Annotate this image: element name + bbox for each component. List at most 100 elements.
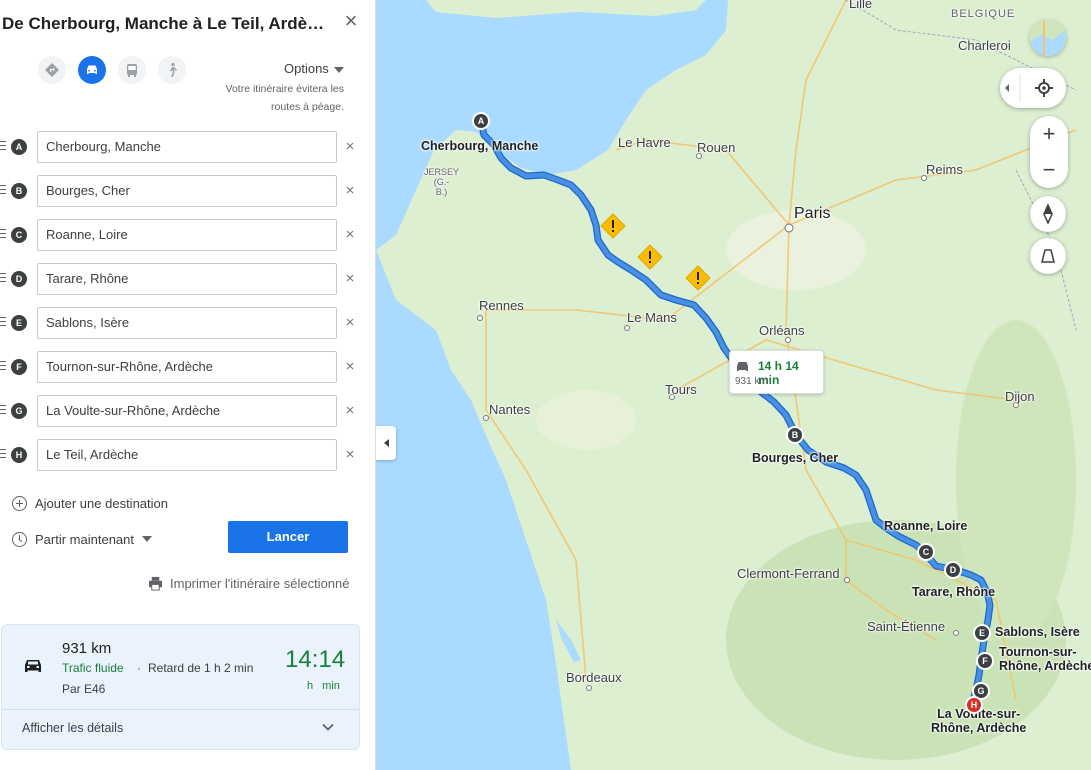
zoom-control: + − — [1030, 116, 1068, 188]
waypoint-row: B Bourges, Cher × — [0, 175, 376, 207]
city-label: Tours — [665, 382, 697, 397]
waypoint-badge: G — [11, 403, 27, 419]
duration-units: h min — [307, 680, 340, 692]
route-duration: 14:14 — [285, 646, 346, 673]
remove-waypoint-icon[interactable]: × — [343, 226, 357, 244]
zoom-in-icon[interactable]: + — [1030, 116, 1068, 152]
zoom-out-icon[interactable]: − — [1030, 152, 1068, 188]
city-label: Lille — [849, 0, 873, 11]
waypoint-marker[interactable]: C — [917, 543, 935, 561]
chevron-left-icon — [383, 439, 389, 447]
waypoint-row: G La Voulte-sur-Rhône, Ardèche × — [0, 395, 376, 427]
options-dropdown[interactable]: Options — [284, 61, 344, 76]
collapse-panel-button[interactable] — [376, 426, 396, 460]
launch-button[interactable]: Lancer — [228, 521, 348, 553]
city-label: Reims — [926, 162, 963, 177]
route-distance: 931 km — [62, 640, 112, 657]
remove-waypoint-icon[interactable]: × — [343, 446, 357, 464]
drag-handle-icon[interactable] — [0, 405, 6, 415]
city-label: Tarare, Rhône — [912, 585, 996, 599]
waypoint-input[interactable]: La Voulte-sur-Rhône, Ardèche — [37, 395, 337, 427]
waypoint-badge: F — [11, 359, 27, 375]
waypoint-input[interactable]: Tarare, Rhône — [37, 263, 337, 295]
print-route-button[interactable]: Imprimer l'itinéraire sélectionné — [148, 574, 350, 592]
city-label: Bourges, Cher — [752, 451, 839, 465]
city-label: Cherbourg, Manche — [421, 139, 539, 153]
city-label: Roanne, Loire — [884, 519, 968, 533]
warning-icon[interactable] — [685, 265, 711, 291]
my-location-control[interactable] — [1000, 68, 1066, 108]
add-destination-button[interactable]: Ajouter une destination — [12, 494, 168, 512]
car-icon — [87, 65, 97, 74]
page-title: De Cherbourg, Manche à Le Teil, Ardèche — [2, 14, 330, 33]
warning-icon[interactable] — [600, 213, 626, 239]
separator-dot: · — [137, 661, 141, 675]
waypoint-marker[interactable]: F — [976, 652, 994, 670]
drag-handle-icon[interactable] — [0, 141, 6, 151]
waypoint-row: C Roanne, Loire × — [0, 219, 376, 251]
traffic-status: Trafic fluide — [62, 661, 124, 675]
close-icon[interactable]: × — [340, 10, 362, 32]
route-info-bubble[interactable]: 14 h 14 min 931 km — [729, 350, 824, 394]
waypoint-input[interactable]: Le Teil, Ardèche — [37, 439, 337, 471]
directions-panel: De Cherbourg, Manche à Le Teil, Ardèche … — [0, 0, 376, 770]
waypoint-badge: C — [11, 227, 27, 243]
remove-waypoint-icon[interactable]: × — [343, 358, 357, 376]
layers-button[interactable] — [1030, 20, 1066, 56]
show-details-link[interactable]: Afficher les détails — [22, 721, 123, 735]
city-label: Dijon — [1005, 389, 1035, 404]
tilt-icon — [1041, 249, 1055, 263]
waypoint-badge: E — [11, 315, 27, 331]
tilt-button[interactable] — [1030, 238, 1066, 274]
waypoint-row: E Sablons, Isère × — [0, 307, 376, 339]
remove-waypoint-icon[interactable]: × — [343, 314, 357, 332]
bus-icon — [127, 64, 137, 77]
walking-mode-button[interactable] — [158, 56, 186, 84]
region-label: JERSEY (G.- B.) — [424, 167, 460, 197]
car-icon — [737, 362, 748, 371]
caret-down-icon — [333, 66, 344, 73]
waypoint-row: A Cherbourg, Manche × — [0, 131, 376, 163]
best-mode-button[interactable] — [38, 56, 66, 84]
warning-icon[interactable] — [637, 244, 663, 270]
waypoint-input[interactable]: Bourges, Cher — [37, 175, 337, 207]
waypoint-marker[interactable]: A — [472, 112, 490, 130]
remove-waypoint-icon[interactable]: × — [343, 402, 357, 420]
remove-waypoint-icon[interactable]: × — [343, 138, 357, 156]
waypoint-marker[interactable]: D — [944, 561, 962, 579]
depart-time-dropdown[interactable]: Partir maintenant — [12, 530, 152, 548]
waypoint-marker[interactable]: E — [973, 624, 991, 642]
remove-waypoint-icon[interactable]: × — [343, 182, 357, 200]
waypoint-input[interactable]: Cherbourg, Manche — [37, 131, 337, 163]
country-label: BELGIQUE — [951, 8, 1016, 20]
compass-button[interactable] — [1030, 196, 1066, 232]
city-label: Nantes — [489, 402, 531, 417]
city-label: Clermont-Ferrand — [737, 566, 840, 581]
waypoint-input[interactable]: Sablons, Isère — [37, 307, 337, 339]
printer-icon — [148, 576, 163, 591]
map-thumbnail-icon — [1030, 20, 1066, 56]
city-label: Rennes — [479, 298, 524, 313]
drag-handle-icon[interactable] — [0, 229, 6, 239]
clock-icon — [12, 531, 27, 547]
drag-handle-icon[interactable] — [0, 361, 6, 371]
add-destination-label: Ajouter une destination — [35, 495, 168, 511]
driving-mode-button[interactable] — [78, 56, 106, 84]
waypoint-input[interactable]: Roanne, Loire — [37, 219, 337, 251]
waypoint-row: H Le Teil, Ardèche × — [0, 439, 376, 471]
city-label: Le Havre — [618, 135, 671, 150]
transit-mode-button[interactable] — [118, 56, 146, 84]
remove-waypoint-icon[interactable]: × — [343, 270, 357, 288]
drag-handle-icon[interactable] — [0, 185, 6, 195]
chevron-down-icon[interactable] — [320, 719, 336, 735]
drag-handle-icon[interactable] — [0, 273, 6, 283]
destination-marker[interactable]: H — [965, 696, 983, 714]
drag-handle-icon[interactable] — [0, 449, 6, 459]
route-option-card[interactable]: 931 km Trafic fluide · Retard de 1 h 2 m… — [1, 624, 360, 750]
waypoint-marker[interactable]: B — [786, 426, 804, 444]
walking-icon — [170, 62, 177, 77]
city-label: Bordeaux — [566, 670, 622, 685]
map-canvas[interactable]: Lille BELGIQUE Charleroi Cherbourg, Manc… — [376, 0, 1091, 770]
drag-handle-icon[interactable] — [0, 317, 6, 327]
waypoint-input[interactable]: Tournon-sur-Rhône, Ardèche — [37, 351, 337, 383]
